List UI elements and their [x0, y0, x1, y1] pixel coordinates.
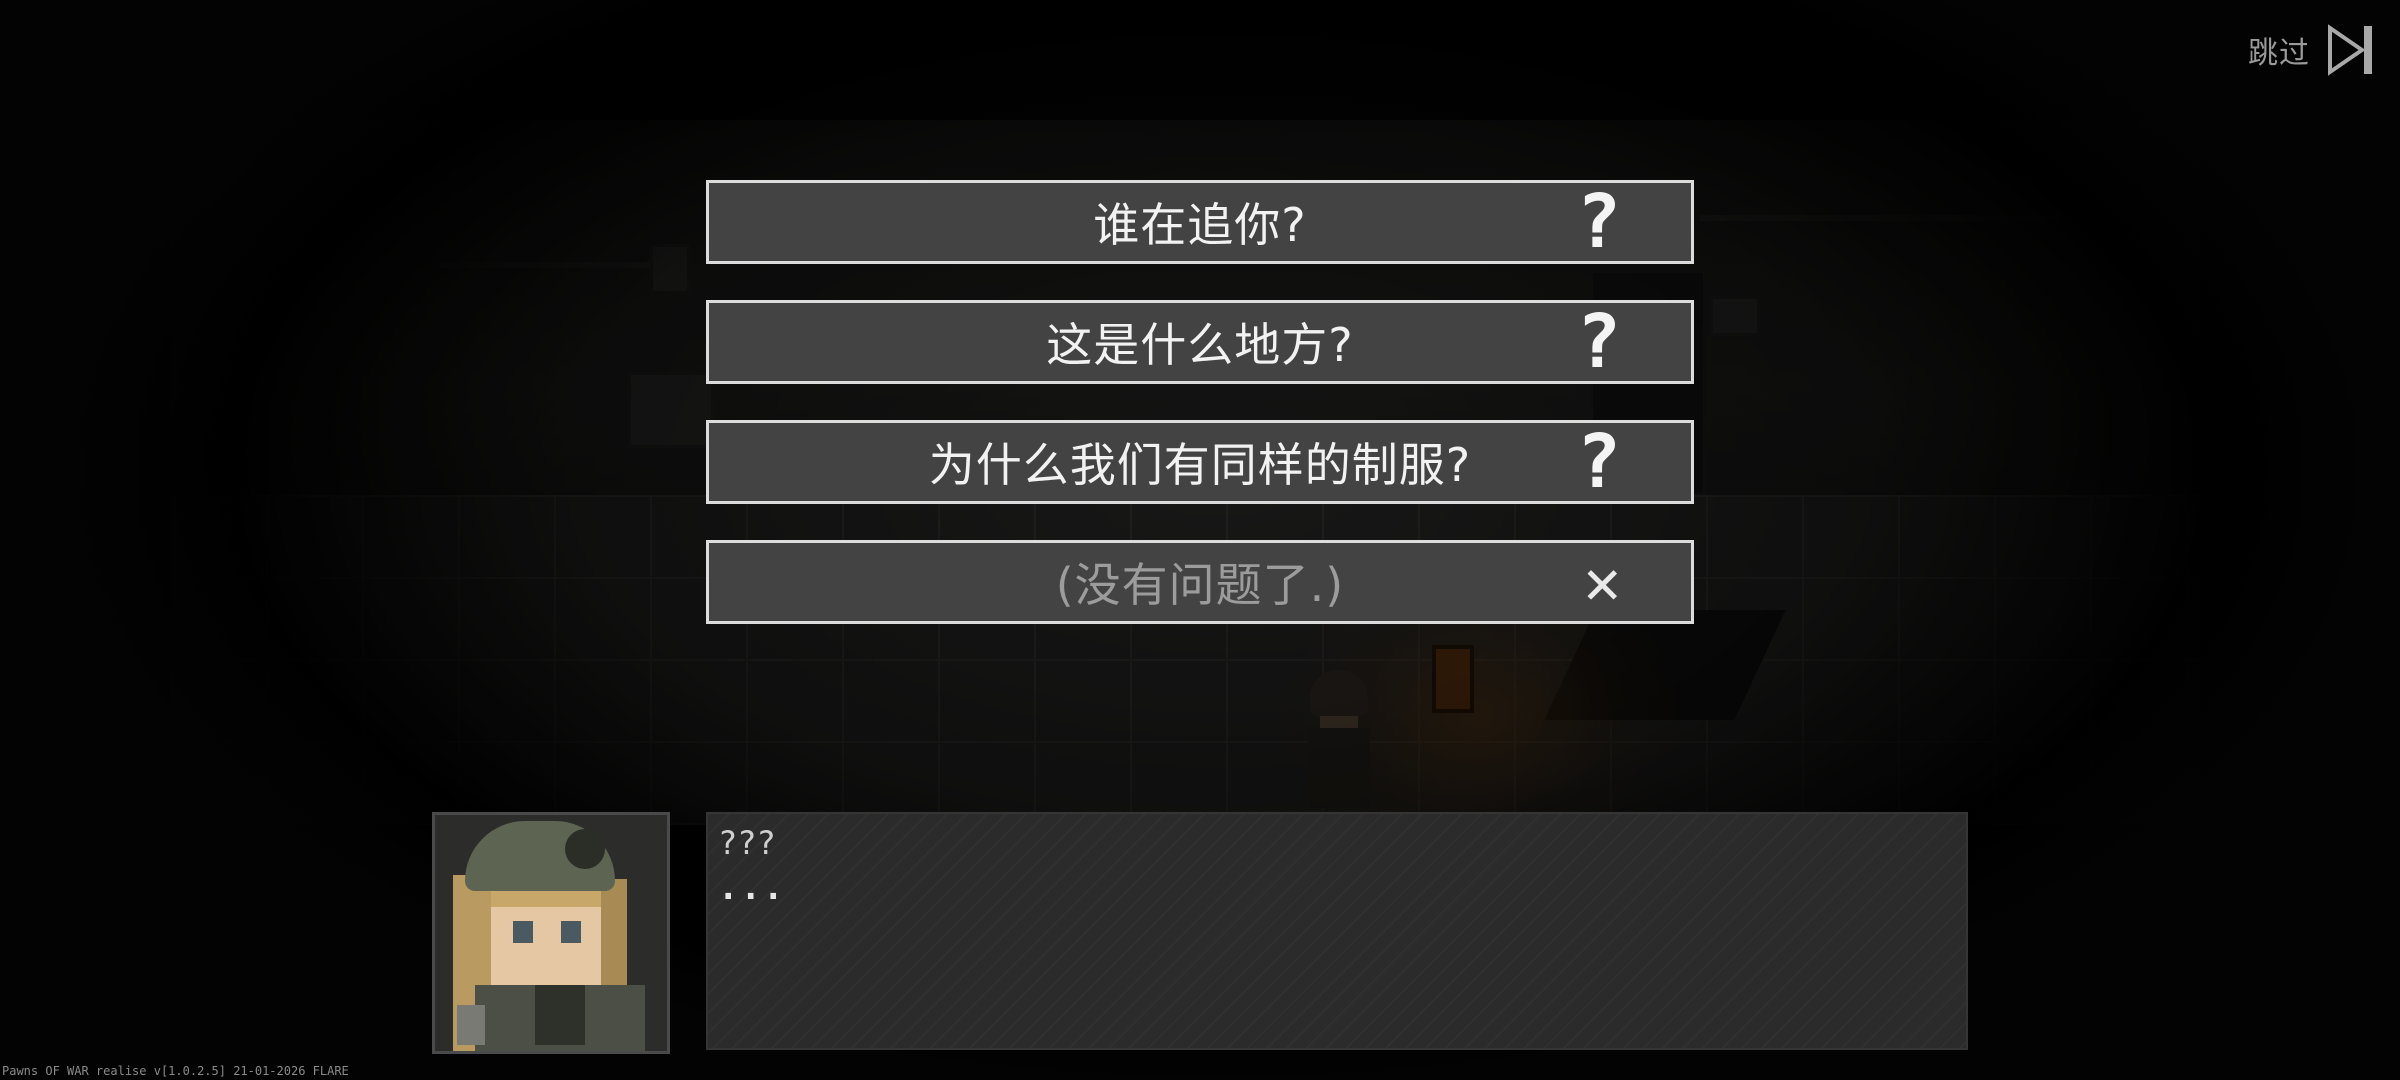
- question-mark-icon: ?: [1576, 299, 1621, 385]
- portrait-eye: [561, 921, 581, 943]
- skip-label: 跳过: [2248, 36, 2310, 71]
- portrait-strap: [535, 985, 585, 1045]
- dialogue-text: ...: [718, 868, 786, 908]
- question-mark-icon: ?: [1576, 419, 1621, 505]
- portrait-hair: [597, 879, 627, 989]
- game-screen: 跳过 谁在追你? ? 这是什么地方? ? 为什么我们有同样的制服? ? (没有问…: [0, 0, 2400, 1080]
- skip-button[interactable]: 跳过: [2248, 24, 2374, 76]
- choice-what-place[interactable]: 这是什么地方? ?: [706, 300, 1694, 384]
- portrait-eye: [513, 921, 533, 943]
- speaker-portrait: [432, 812, 670, 1054]
- choice-same-uniform[interactable]: 为什么我们有同样的制服? ?: [706, 420, 1694, 504]
- speaker-name: ???: [718, 824, 776, 862]
- close-icon: ✕: [1583, 545, 1621, 618]
- choice-text: (没有问题了.): [1055, 558, 1345, 612]
- portrait-goggle: [565, 829, 605, 869]
- choice-text: 这是什么地方?: [1046, 318, 1354, 372]
- dialogue-box[interactable]: ??? ...: [706, 812, 1968, 1050]
- question-mark-icon: ?: [1576, 179, 1621, 265]
- skip-forward-icon: [2328, 24, 2372, 76]
- choice-text: 为什么我们有同样的制服?: [928, 438, 1472, 492]
- portrait-shoulder-patch: [457, 1005, 485, 1045]
- choice-text: 谁在追你?: [1093, 198, 1307, 252]
- version-text: Pawns OF WAR realise v[1.0.2.5] 21-01-20…: [2, 1064, 349, 1078]
- choice-who-is-chasing[interactable]: 谁在追你? ?: [706, 180, 1694, 264]
- choice-no-more-questions[interactable]: (没有问题了.) ✕: [706, 540, 1694, 624]
- dialogue-choices: 谁在追你? ? 这是什么地方? ? 为什么我们有同样的制服? ? (没有问题了.…: [706, 180, 1694, 660]
